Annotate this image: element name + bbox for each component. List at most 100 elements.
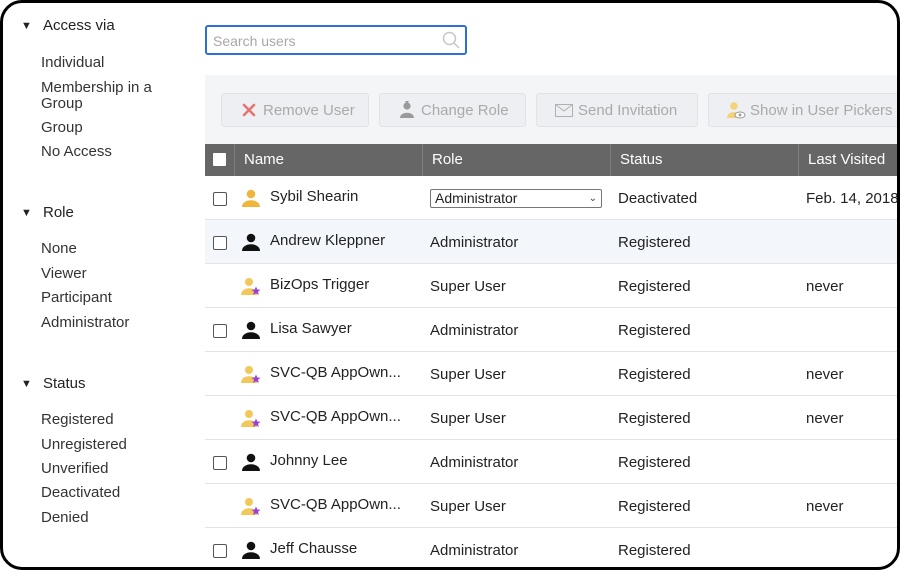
table-row[interactable]: Lisa Sawyer Administrator Registered — [205, 308, 897, 352]
user-last-visited: never — [806, 410, 844, 427]
role-section-toggle[interactable]: ▼ Role — [21, 204, 74, 221]
column-header-last-visited[interactable]: Last Visited — [798, 144, 897, 176]
user-status: Registered — [618, 542, 691, 559]
user-status: Registered — [618, 454, 691, 471]
super-user-icon — [241, 408, 261, 432]
users-table: Name Role Status Last Visited Sybil Shea… — [205, 144, 899, 567]
search-box — [205, 25, 467, 55]
table-row[interactable]: Andrew Kleppner Administrator Registered — [205, 220, 897, 264]
column-header-role[interactable]: Role — [422, 144, 610, 176]
column-header-status[interactable]: Status — [610, 144, 798, 176]
filter-access-group[interactable]: Group — [41, 120, 83, 136]
filter-access-individual[interactable]: Individual — [41, 55, 104, 71]
user-name[interactable]: SVC-QB AppOwn... — [270, 364, 401, 381]
remove-user-label: Remove User — [263, 101, 355, 119]
filter-status-registered[interactable]: Registered — [41, 412, 114, 428]
user-name[interactable]: SVC-QB AppOwn... — [270, 496, 401, 513]
remove-x-icon — [238, 103, 260, 117]
user-name[interactable]: Andrew Kleppner — [270, 232, 385, 249]
show-in-user-pickers-label: Show in User Pickers — [750, 101, 893, 119]
user-name[interactable]: Johnny Lee — [270, 452, 348, 469]
row-checkbox[interactable] — [213, 456, 227, 470]
chevron-down-icon: ▼ — [21, 377, 32, 390]
user-role: Super User — [430, 278, 506, 295]
access-via-heading: Access via — [43, 17, 115, 34]
filter-role-administrator[interactable]: Administrator — [41, 315, 129, 331]
users-panel: ▼ Access via Individual Membership in a … — [0, 0, 900, 570]
send-invitation-button[interactable]: Send Invitation — [536, 93, 698, 127]
table-row[interactable]: SVC-QB AppOwn... Super User Registered n… — [205, 484, 897, 528]
user-role: Administrator — [430, 322, 519, 339]
filter-role-viewer[interactable]: Viewer — [41, 266, 87, 282]
filter-status-unverified[interactable]: Unverified — [41, 461, 109, 477]
role-heading: Role — [43, 204, 74, 221]
filter-status-deactivated[interactable]: Deactivated — [41, 485, 120, 501]
super-user-icon — [241, 364, 261, 388]
user-last-visited: never — [806, 278, 844, 295]
super-user-icon — [241, 496, 261, 520]
user-status: Deactivated — [618, 190, 698, 207]
user-name[interactable]: Jeff Chausse — [270, 540, 357, 557]
send-invitation-label: Send Invitation — [578, 101, 678, 119]
row-checkbox[interactable] — [213, 324, 227, 338]
table-row[interactable]: BizOps Trigger Super User Registered nev… — [205, 264, 897, 308]
user-last-visited: Feb. 14, 2018 — [806, 190, 899, 207]
user-icon — [241, 452, 261, 476]
user-name[interactable]: SVC-QB AppOwn... — [270, 408, 401, 425]
user-status: Registered — [618, 234, 691, 251]
filter-role-none[interactable]: None — [41, 241, 77, 257]
change-role-button[interactable]: Change Role — [379, 93, 526, 127]
row-checkbox[interactable] — [213, 544, 227, 558]
user-name[interactable]: BizOps Trigger — [270, 276, 369, 293]
user-role: Administrator — [430, 454, 519, 471]
status-section-toggle[interactable]: ▼ Status — [21, 375, 86, 392]
user-status: Registered — [618, 498, 691, 515]
table-row[interactable]: Jeff Chausse Administrator Registered — [205, 528, 897, 567]
change-role-label: Change Role — [421, 101, 509, 119]
super-user-icon — [241, 276, 261, 300]
column-header-name[interactable]: Name — [234, 144, 422, 176]
user-status: Registered — [618, 410, 691, 427]
filter-access-membership[interactable]: Membership in a Group — [41, 80, 181, 112]
user-status: Registered — [618, 366, 691, 383]
user-status: Registered — [618, 322, 691, 339]
table-row[interactable]: Sybil Shearin Administrator ⌄ Deactivate… — [205, 176, 899, 220]
filter-sidebar: ▼ Access via Individual Membership in a … — [3, 3, 193, 567]
table-row[interactable]: SVC-QB AppOwn... Super User Registered n… — [205, 352, 897, 396]
filter-status-denied[interactable]: Denied — [41, 510, 89, 526]
chevron-down-icon: ⌄ — [588, 193, 597, 204]
status-heading: Status — [43, 375, 86, 392]
search-icon[interactable] — [441, 30, 461, 55]
table-row[interactable]: Johnny Lee Administrator Registered — [205, 440, 897, 484]
search-input[interactable] — [213, 31, 435, 51]
role-select-value: Administrator — [435, 190, 518, 206]
user-status: Registered — [618, 278, 691, 295]
filter-access-none[interactable]: No Access — [41, 144, 112, 160]
user-last-visited: never — [806, 366, 844, 383]
filter-status-unregistered[interactable]: Unregistered — [41, 437, 127, 453]
user-name[interactable]: Sybil Shearin — [270, 188, 358, 205]
filter-role-participant[interactable]: Participant — [41, 290, 112, 306]
user-icon — [241, 232, 261, 256]
user-role: Super User — [430, 366, 506, 383]
user-last-visited: never — [806, 498, 844, 515]
table-header: Name Role Status Last Visited — [205, 144, 897, 176]
role-select[interactable]: Administrator ⌄ — [430, 189, 602, 208]
access-via-section-toggle[interactable]: ▼ Access via — [21, 17, 115, 34]
deactivated-user-icon — [241, 188, 261, 212]
select-all-cell — [205, 144, 234, 176]
row-checkbox[interactable] — [213, 236, 227, 250]
show-in-user-pickers-button[interactable]: Show in User Pickers — [708, 93, 897, 127]
user-name[interactable]: Lisa Sawyer — [270, 320, 352, 337]
row-checkbox[interactable] — [213, 192, 227, 206]
user-role: Super User — [430, 410, 506, 427]
table-row[interactable]: SVC-QB AppOwn... Super User Registered n… — [205, 396, 897, 440]
select-all-checkbox[interactable] — [213, 153, 226, 166]
chevron-down-icon: ▼ — [21, 19, 32, 32]
user-icon — [241, 320, 261, 344]
user-role: Super User — [430, 498, 506, 515]
user-role: Administrator — [430, 542, 519, 559]
remove-user-button[interactable]: Remove User — [221, 93, 369, 127]
user-eye-icon — [725, 100, 747, 120]
envelope-icon — [553, 103, 575, 117]
